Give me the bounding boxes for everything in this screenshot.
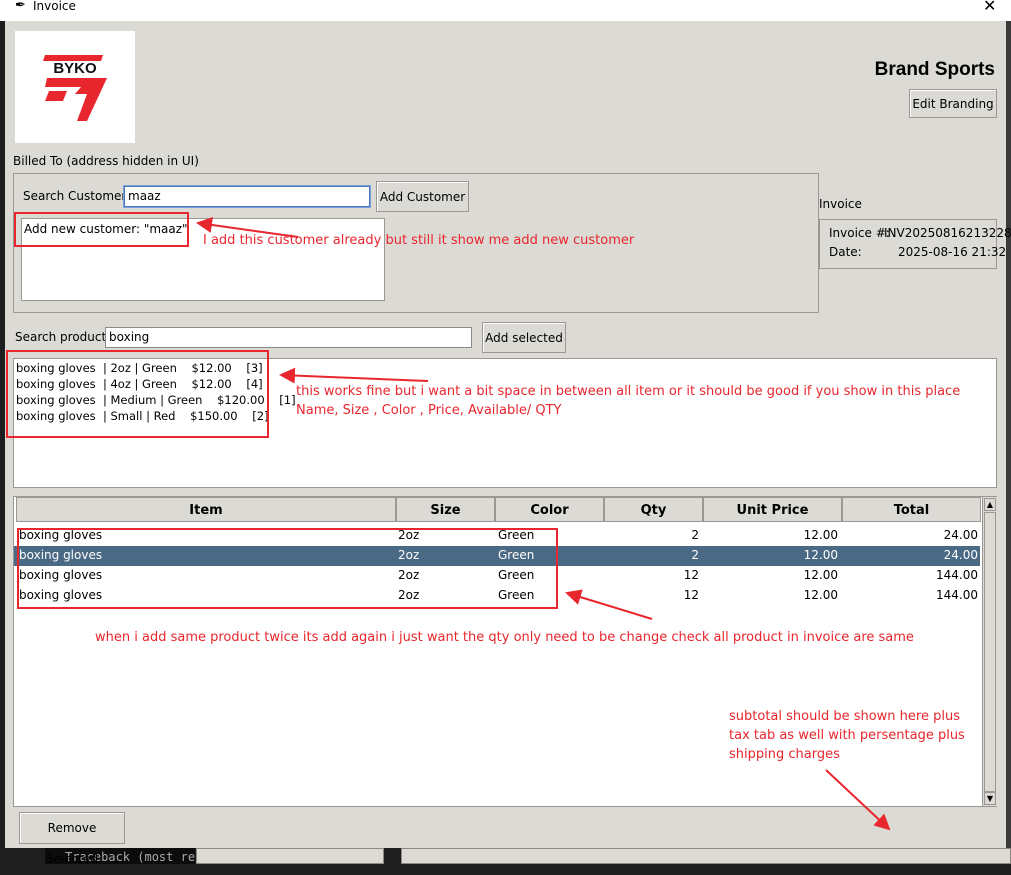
annotation-totals-note-2: tax tab as well with persentage plus bbox=[729, 728, 965, 743]
annotation-product-note-1: this works fine but i want a bit space i… bbox=[296, 384, 961, 399]
annotation-totals-note-1: subtotal should be shown here plus bbox=[729, 709, 960, 724]
arrow-table bbox=[565, 589, 653, 620]
annotation-table-note: when i add same product twice its add ag… bbox=[95, 630, 914, 645]
arrow-totals bbox=[825, 769, 891, 831]
annotation-customer-note: I add this customer already but still it… bbox=[203, 233, 635, 248]
arrow-products bbox=[279, 367, 429, 384]
annotation-totals-note-3: shipping charges bbox=[729, 747, 840, 762]
annotation-product-note-2: Name, Size , Color , Price, Available/ Q… bbox=[296, 403, 562, 418]
